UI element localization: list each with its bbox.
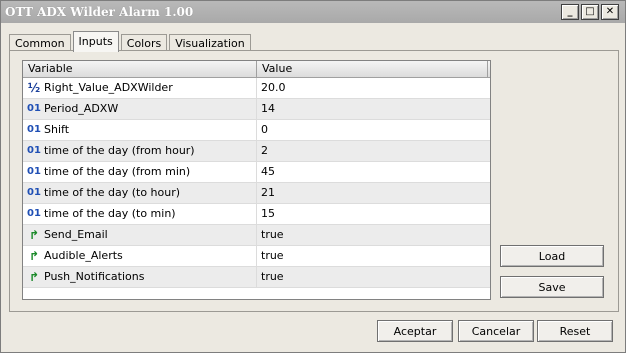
boolean-icon: ↱: [28, 228, 40, 242]
value-cell[interactable]: 15: [257, 204, 488, 224]
variable-cell: 01 Shift: [23, 120, 257, 140]
table-row[interactable]: 01 time of the day (to hour) 21: [23, 183, 490, 204]
integer-icon: 01: [27, 187, 41, 198]
integer-icon: 01: [27, 166, 41, 177]
tab-strip: Common Inputs Colors Visualization: [9, 31, 253, 52]
maximize-button[interactable]: □: [581, 4, 599, 20]
variable-label: time of the day (to hour): [44, 186, 181, 199]
reset-button[interactable]: Reset: [537, 320, 613, 342]
value-cell[interactable]: 0: [257, 120, 488, 140]
fraction-icon: ½: [27, 81, 41, 95]
variable-cell: 01 time of the day (to hour): [23, 183, 257, 203]
value-cell[interactable]: true: [257, 225, 488, 245]
inputs-panel: Variable Value ½ Right_Value_ADXWilder 20.…: [9, 50, 619, 312]
title-bar-buttons: _ □ ✕: [561, 4, 619, 20]
variable-cell: 01 time of the day (from hour): [23, 141, 257, 161]
value-cell[interactable]: 20.0: [257, 78, 488, 98]
variable-cell: ↱ Send_Email: [23, 225, 257, 245]
integer-icon: 01: [27, 145, 41, 156]
grid-header: Variable Value: [23, 61, 490, 78]
variable-label: Push_Notifications: [44, 270, 145, 283]
variable-label: Period_ADXW: [44, 102, 119, 115]
window-title: OTT ADX Wilder Alarm 1.00: [5, 5, 194, 19]
value-cell[interactable]: true: [257, 246, 488, 266]
tab-inputs[interactable]: Inputs: [72, 31, 119, 52]
table-row[interactable]: 01 time of the day (from hour) 2: [23, 141, 490, 162]
value-cell[interactable]: 2: [257, 141, 488, 161]
variable-label: Audible_Alerts: [44, 249, 123, 262]
variable-cell: ↱ Push_Notifications: [23, 267, 257, 287]
value-cell[interactable]: true: [257, 267, 488, 287]
table-row[interactable]: ↱ Audible_Alerts true: [23, 246, 490, 267]
close-button[interactable]: ✕: [601, 4, 619, 20]
variable-label: time of the day (from min): [44, 165, 191, 178]
variable-label: Right_Value_ADXWilder: [44, 81, 173, 94]
boolean-icon: ↱: [28, 270, 40, 284]
save-button[interactable]: Save: [500, 276, 604, 298]
table-row[interactable]: 01 time of the day (to min) 15: [23, 204, 490, 225]
table-row[interactable]: 01 time of the day (from min) 45: [23, 162, 490, 183]
variable-label: time of the day (to min): [44, 207, 176, 220]
value-cell[interactable]: 45: [257, 162, 488, 182]
variable-label: Send_Email: [44, 228, 108, 241]
minimize-button[interactable]: _: [561, 4, 579, 20]
value-cell[interactable]: 14: [257, 99, 488, 119]
table-row[interactable]: ½ Right_Value_ADXWilder 20.0: [23, 78, 490, 99]
table-row[interactable]: ↱ Send_Email true: [23, 225, 490, 246]
boolean-icon: ↱: [28, 249, 40, 263]
variable-cell: 01 time of the day (from min): [23, 162, 257, 182]
variable-label: time of the day (from hour): [44, 144, 195, 157]
dialog-window: OTT ADX Wilder Alarm 1.00 _ □ ✕ Common I…: [0, 0, 626, 353]
load-button[interactable]: Load: [500, 245, 604, 267]
value-column-header[interactable]: Value: [257, 61, 488, 77]
variable-cell: ↱ Audible_Alerts: [23, 246, 257, 266]
grid-rows: ½ Right_Value_ADXWilder 20.0 01 Period_ADXW 1…: [23, 78, 490, 288]
variable-label: Shift: [44, 123, 70, 136]
cancel-button[interactable]: Cancelar: [458, 320, 534, 342]
title-bar[interactable]: OTT ADX Wilder Alarm 1.00 _ □ ✕: [1, 1, 625, 23]
inputs-grid: Variable Value ½ Right_Value_ADXWilder 20.…: [22, 60, 491, 300]
integer-icon: 01: [27, 208, 41, 219]
table-row[interactable]: 01 Shift 0: [23, 120, 490, 141]
table-row[interactable]: 01 Period_ADXW 14: [23, 99, 490, 120]
variable-cell: ½ Right_Value_ADXWilder: [23, 78, 257, 98]
integer-icon: 01: [27, 103, 41, 114]
variable-cell: 01 Period_ADXW: [23, 99, 257, 119]
table-row[interactable]: ↱ Push_Notifications true: [23, 267, 490, 288]
value-cell[interactable]: 21: [257, 183, 488, 203]
ok-button[interactable]: Aceptar: [377, 320, 453, 342]
integer-icon: 01: [27, 124, 41, 135]
variable-column-header[interactable]: Variable: [23, 61, 257, 77]
variable-cell: 01 time of the day (to min): [23, 204, 257, 224]
